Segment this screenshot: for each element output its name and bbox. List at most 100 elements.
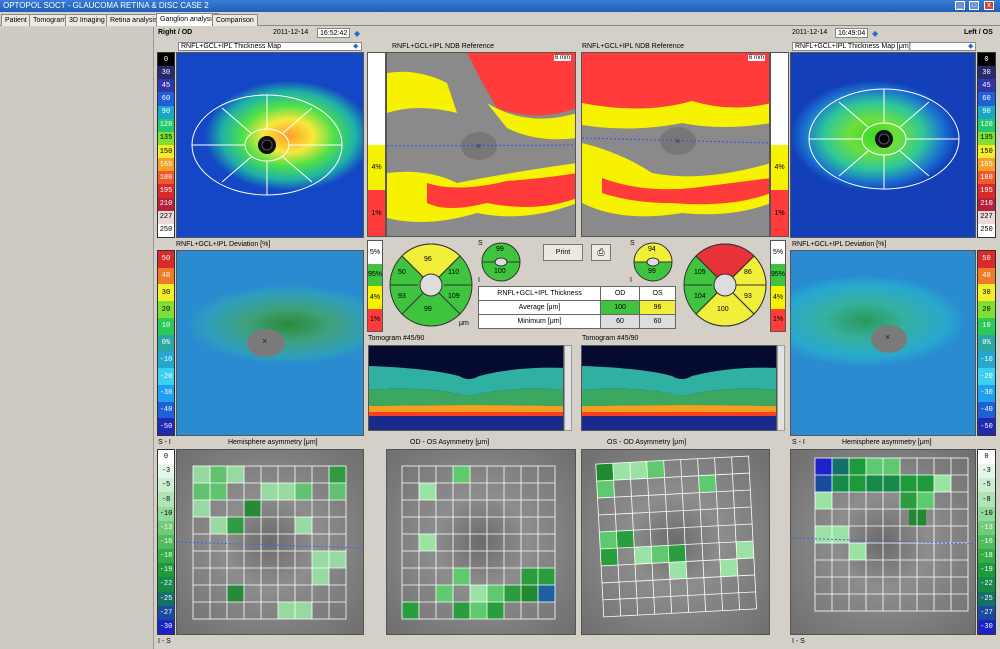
od-sector-bottom: 99 bbox=[424, 306, 432, 313]
od-os-grid bbox=[401, 465, 556, 620]
maximize-button[interactable]: □ bbox=[969, 1, 979, 10]
thickness-table: RNFL+GCL+IPL Thickness OD OS Average [μm… bbox=[478, 286, 676, 329]
od-sector-upper-left: 50 bbox=[398, 269, 406, 276]
od-ndb-legend: 5% 95% 4% 1% bbox=[367, 240, 383, 332]
os-map-options-icon[interactable]: ◆ bbox=[968, 42, 973, 50]
os-hemi-bottom-label: I - S bbox=[792, 638, 805, 645]
table-row: Average [μm] 100 96 bbox=[478, 300, 676, 315]
os-ndb-legend: 5% 95% 4% 1% bbox=[770, 240, 786, 332]
os-sector-chart[interactable] bbox=[680, 242, 770, 328]
od-eye-label: Right / OD bbox=[158, 29, 193, 36]
table-row: Minimum [μm] 60 60 bbox=[478, 314, 676, 329]
od-hemi-bottom-value: 100 bbox=[494, 268, 506, 275]
tab-bar: Patient Tomogram 3D Imaging Retina analy… bbox=[0, 13, 1000, 26]
os-etdrs-grid bbox=[808, 88, 960, 190]
od-ndb-overlay: × bbox=[387, 53, 575, 222]
os-sector-bottom-left: 104 bbox=[694, 293, 706, 300]
od-hemi-asymmetry-map[interactable] bbox=[176, 449, 364, 635]
os-ndb-bar: 4% 1% bbox=[770, 52, 789, 237]
od-tomogram-title: Tomogram #45/90 bbox=[368, 335, 425, 342]
close-button[interactable]: x bbox=[984, 1, 994, 10]
window-title: OPTOPOL SOCT - GLAUCOMA RETINA & DISC CA… bbox=[3, 1, 209, 10]
os-thickness-scale: 0 30 45 60 90 120 135 150 165 180 195 21… bbox=[977, 52, 996, 238]
od-hemi-s-label: S bbox=[478, 240, 483, 247]
od-map-options-icon[interactable]: ◆ bbox=[353, 42, 358, 50]
os-hemi-bottom-value: 99 bbox=[648, 268, 656, 275]
table-header-label: RNFL+GCL+IPL Thickness bbox=[478, 286, 601, 301]
os-sector-bottom: 100 bbox=[717, 306, 729, 313]
od-ndb-map[interactable]: × 6 mm bbox=[386, 52, 576, 237]
od-fovea-mark-icon: × bbox=[262, 336, 268, 346]
average-os-value: 96 bbox=[639, 300, 676, 315]
os-asym-scale: 0 -3 -5 -8 -10 -13 -16 -18 -19 -22 -25 -… bbox=[977, 449, 996, 635]
os-hemi-grid bbox=[791, 457, 975, 612]
od-tomogram-scrollbar[interactable] bbox=[564, 345, 572, 431]
os-thickness-map[interactable] bbox=[790, 52, 976, 238]
os-sector-left: 105 bbox=[694, 269, 706, 276]
od-os-asymmetry-map[interactable] bbox=[386, 449, 576, 635]
os-eye-label: Left / OS bbox=[964, 29, 993, 36]
tab-comparison[interactable]: Comparison bbox=[212, 14, 258, 26]
os-sector-bottom-right: 93 bbox=[744, 293, 752, 300]
od-tomogram-bscan bbox=[369, 366, 563, 430]
od-date: 2011-12-14 bbox=[273, 29, 309, 36]
os-deviation-map[interactable]: × bbox=[790, 250, 976, 436]
minimum-od-value: 60 bbox=[599, 314, 641, 329]
od-os-asymmetry-title: OD - OS Asymmetry [μm] bbox=[410, 439, 490, 446]
od-thickness-scale: 0 30 45 60 90 120 135 150 165 180 195 21… bbox=[157, 52, 175, 238]
od-hemi-title: Hemisphere asymmetry [μm] bbox=[228, 439, 318, 446]
os-date: 2011-12-14 bbox=[792, 29, 828, 36]
od-deviation-title: RNFL+GCL+IPL Deviation [%] bbox=[176, 241, 271, 248]
tab-tomogram[interactable]: Tomogram bbox=[29, 14, 71, 26]
os-hemi-s-label: S bbox=[630, 240, 635, 247]
os-ndb-scale-label: 6 mm bbox=[748, 55, 765, 61]
od-sector-unit: μm bbox=[459, 320, 469, 327]
od-time-dropdown-icon[interactable]: ◆ bbox=[354, 29, 360, 38]
os-od-grid bbox=[595, 455, 757, 618]
average-od-value: 100 bbox=[599, 300, 641, 315]
minimum-os-value: 60 bbox=[639, 314, 676, 329]
od-hemi-i-label: I bbox=[478, 277, 480, 284]
os-hemi-top-label: S - I bbox=[792, 439, 805, 446]
os-fovea-mark-icon: × bbox=[885, 332, 891, 342]
minimize-button[interactable]: _ bbox=[955, 1, 965, 10]
od-deviation-map[interactable]: × bbox=[176, 250, 364, 436]
os-time-select[interactable]: 16:49:04 bbox=[835, 28, 869, 38]
window-titlebar: OPTOPOL SOCT - GLAUCOMA RETINA & DISC CA… bbox=[0, 0, 1000, 12]
tab-3d-imaging[interactable]: 3D Imaging bbox=[65, 14, 109, 26]
tab-patient[interactable]: Patient bbox=[1, 14, 31, 26]
od-thickness-title: RNFL+GCL+IPL Thickness Map bbox=[178, 42, 362, 51]
os-od-asymmetry-title: OS - OD Asymmetry [μm] bbox=[607, 439, 687, 446]
od-etdrs-grid bbox=[191, 94, 343, 196]
od-thickness-map[interactable] bbox=[176, 52, 364, 238]
os-ndb-map[interactable]: × 6 mm bbox=[581, 52, 770, 237]
od-asym-scale: 0 -3 -5 -8 -10 -13 -16 -18 -19 -22 -25 -… bbox=[157, 449, 175, 635]
tab-ganglion-analysis[interactable]: Ganglion analysis bbox=[156, 13, 220, 26]
tab-retina-analysis[interactable]: Retina analysis bbox=[106, 14, 162, 26]
od-sector-chart[interactable] bbox=[386, 242, 476, 328]
os-hemi-i-label: I bbox=[630, 277, 632, 284]
od-hemi-top-value: 99 bbox=[496, 246, 504, 253]
od-deviation-scale: 50 40 30 20 10 0% -10 -20 -30 -40 -50 bbox=[157, 250, 175, 436]
os-hemi-title: Hemisphere asymmetry [μm] bbox=[842, 439, 932, 446]
os-ndb-overlay: × bbox=[582, 53, 769, 217]
od-sector-bottom-right: 109 bbox=[448, 293, 460, 300]
os-hemi-asymmetry-map[interactable] bbox=[790, 449, 976, 635]
os-deviation-title: RNFL+GCL+IPL Deviation [%] bbox=[792, 241, 887, 248]
od-hemi-grid bbox=[177, 465, 363, 620]
od-time-select[interactable]: 16:52:42 bbox=[317, 28, 351, 38]
os-tomogram-bscan bbox=[582, 366, 776, 430]
od-sector-right: 110 bbox=[448, 269, 460, 276]
os-od-asymmetry-map[interactable] bbox=[581, 449, 770, 635]
os-hemi-top-value: 94 bbox=[648, 246, 656, 253]
printer-icon[interactable]: ⎙ bbox=[591, 244, 611, 261]
os-tomogram-scrollbar[interactable] bbox=[777, 345, 785, 431]
table-header-os: OS bbox=[639, 286, 676, 301]
side-panel bbox=[0, 27, 154, 649]
os-tomogram[interactable] bbox=[581, 345, 777, 431]
od-sector-top: 96 bbox=[424, 256, 432, 263]
od-ndb-title: RNFL+GCL+IPL NDB Reference bbox=[392, 43, 495, 50]
print-button[interactable]: Print bbox=[543, 244, 583, 261]
od-tomogram[interactable] bbox=[368, 345, 564, 431]
os-time-dropdown-icon[interactable]: ◆ bbox=[872, 29, 878, 38]
